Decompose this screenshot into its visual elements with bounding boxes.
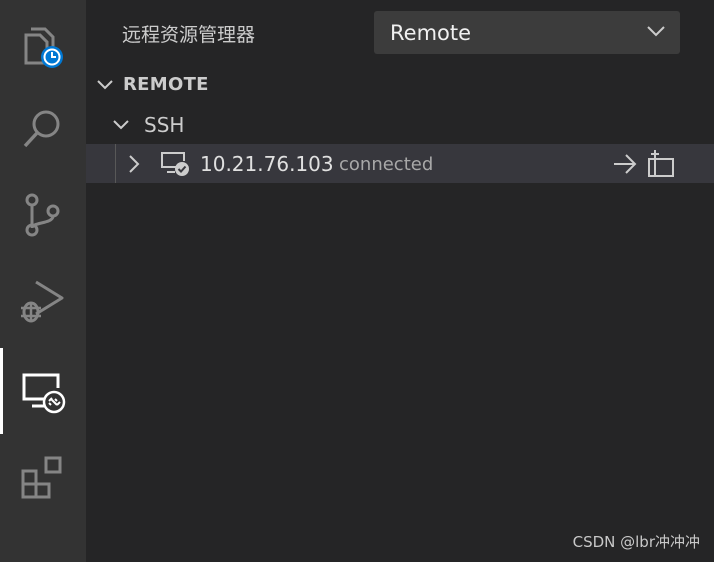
source-control-icon[interactable] — [0, 172, 86, 258]
arrow-right-icon[interactable] — [612, 153, 638, 175]
ssh-host-row[interactable]: 10.21.76.103 connected — [86, 144, 714, 183]
host-status: connected — [339, 154, 434, 175]
remote-explorer-icon[interactable] — [0, 348, 86, 434]
indent-guide — [115, 144, 116, 183]
host-address: 10.21.76.103 — [200, 152, 334, 176]
chevron-down-icon — [647, 26, 665, 37]
section-title: REMOTE — [123, 74, 209, 95]
sidebar-title: 远程资源管理器 — [122, 24, 256, 46]
group-label: SSH — [144, 113, 185, 137]
ssh-group-row[interactable]: SSH — [86, 108, 714, 142]
remote-section-header[interactable]: REMOTE — [86, 68, 714, 102]
remote-host-connected-icon — [161, 152, 189, 176]
dropdown-selected-value: Remote — [390, 21, 472, 45]
chevron-down-icon — [97, 80, 113, 90]
new-window-icon[interactable] — [646, 150, 676, 178]
explorer-history-icon[interactable] — [0, 3, 86, 89]
remote-type-dropdown[interactable]: Remote — [374, 11, 680, 54]
search-icon[interactable] — [0, 86, 86, 172]
watermark: CSDN @lbr冲冲冲 — [572, 533, 700, 551]
extensions-icon[interactable] — [0, 434, 86, 520]
run-debug-icon[interactable] — [0, 258, 86, 344]
chevron-right-icon[interactable] — [126, 154, 142, 174]
chevron-down-icon — [113, 120, 129, 130]
remote-explorer-sidebar: 远程资源管理器 Remote REMOTE SSH 10.21.76.103 c… — [86, 0, 714, 562]
activity-bar — [0, 0, 86, 562]
